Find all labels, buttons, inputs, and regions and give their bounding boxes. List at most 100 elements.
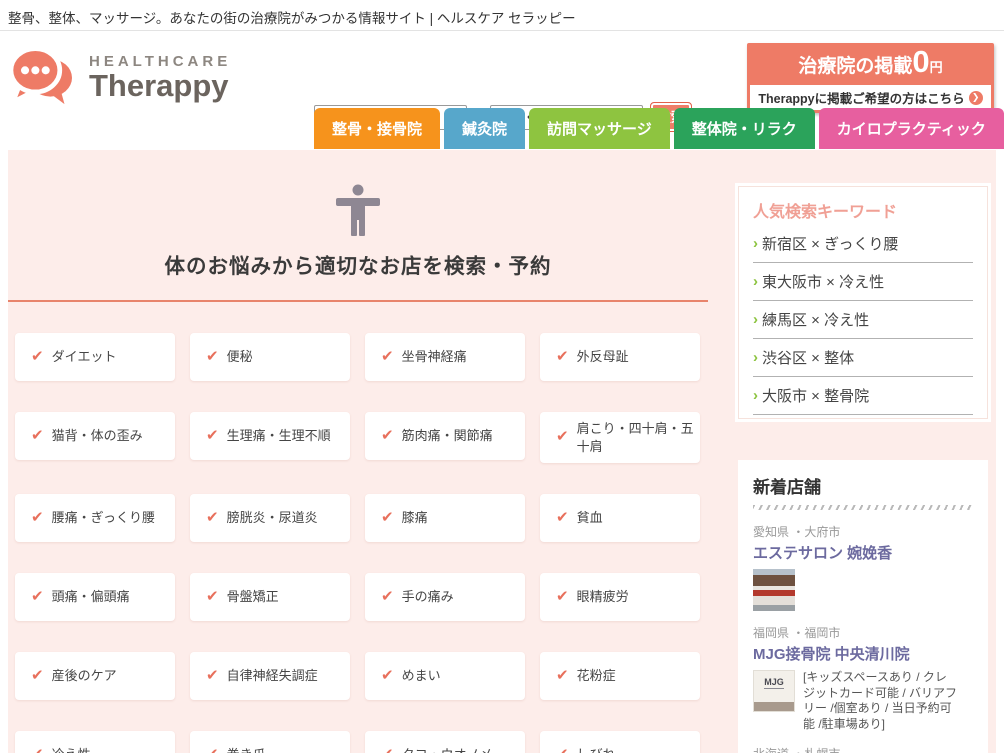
check-icon: ✔: [31, 587, 44, 605]
symptom-card-kafun[interactable]: ✔ 花粉症: [540, 652, 700, 701]
check-icon: ✔: [31, 426, 44, 444]
tab-shinkyuin[interactable]: 鍼灸院: [444, 108, 526, 149]
check-icon: ✔: [206, 426, 219, 444]
heading-underline: [8, 300, 708, 302]
store-region: 北海道 ・札幌市: [753, 745, 973, 753]
header: HEALTHCARE Therappy × 検索 治療院の掲載0円 Therap…: [0, 31, 1004, 149]
symptom-card-gaihan[interactable]: ✔ 外反母趾: [540, 333, 700, 381]
hatched-divider: [753, 505, 973, 510]
store-photo[interactable]: MJG: [753, 670, 795, 712]
symptom-card-diet[interactable]: ✔ ダイエット: [15, 333, 175, 381]
chevron-right-icon: ›: [753, 311, 758, 328]
symptom-card-tenoitami[interactable]: ✔ 手の痛み: [365, 573, 525, 622]
check-icon: ✔: [31, 508, 44, 526]
check-icon: ✔: [31, 347, 44, 365]
logo-text: HEALTHCARE Therappy: [89, 53, 231, 103]
store-features: [キッズスペースあり / クレジットカード可能 / バリアフリー /個室あり /…: [803, 670, 958, 731]
symptom-card-hiesho[interactable]: ✔冷え性: [15, 731, 175, 753]
tab-houmon-massage[interactable]: 訪問マッサージ: [529, 108, 670, 149]
symptom-card-gansei[interactable]: ✔ 眼精疲労: [540, 573, 700, 622]
site-description-bar: 整骨、整体、マッサージ。あなたの街の治療院がみつかる情報サイト | ヘルスケア …: [0, 0, 1004, 31]
keyword-link-higashiosaka[interactable]: › 東大阪市 × 冷え性: [753, 263, 973, 301]
listing-promo-banner[interactable]: 治療院の掲載0円 Therappyに掲載ご希望の方はこちら ❯: [747, 43, 994, 113]
check-icon: ✔: [31, 745, 44, 753]
store-entry: 北海道 ・札幌市 MJG接骨院 厚別西三条院 MJG [キッズスペースあり / …: [753, 745, 973, 753]
speech-bubbles-icon: [8, 44, 74, 111]
check-icon: ✔: [206, 508, 219, 526]
promo-cta-link[interactable]: Therappyに掲載ご希望の方はこちら ❯: [750, 85, 991, 110]
symptom-card-jiritsu[interactable]: ✔ 自律神経失調症: [190, 652, 350, 701]
arrow-right-icon: ❯: [968, 90, 983, 105]
new-stores-box: 新着店舗 愛知県 ・大府市 エステサロン 婉娩香 福岡県 ・福岡市 MJG接骨院…: [738, 460, 988, 753]
mjg-logo: MJG: [764, 677, 784, 689]
symptom-card-tako[interactable]: ✔タコ・ウオノメ: [365, 731, 525, 753]
check-icon: ✔: [381, 745, 394, 753]
check-icon: ✔: [556, 347, 569, 365]
chevron-right-icon: ›: [753, 349, 758, 366]
check-icon: ✔: [556, 666, 569, 684]
keyword-link-nerima[interactable]: › 練馬区 × 冷え性: [753, 301, 973, 339]
check-icon: ✔: [206, 745, 219, 753]
section-heading: 体のお悩みから適切なお店を検索・予約: [164, 255, 552, 278]
check-icon: ✔: [206, 666, 219, 684]
logo-therappy-label: Therappy: [89, 67, 229, 103]
check-icon: ✔: [381, 508, 394, 526]
zero-yen-number: 0: [912, 44, 930, 79]
symptom-card-benpi[interactable]: ✔ 便秘: [190, 333, 350, 381]
symptom-card-sango[interactable]: ✔ 産後のケア: [15, 652, 175, 701]
check-icon: ✔: [381, 587, 394, 605]
store-entry: 愛知県 ・大府市 エステサロン 婉娩香: [753, 523, 973, 611]
popular-keywords-box: 人気検索キーワード › 新宿区 × ぎっくり腰 › 東大阪市 × 冷え性 › 練馬区 …: [738, 186, 988, 419]
chevron-right-icon: ›: [753, 387, 758, 404]
symptom-card-hizatsu[interactable]: ✔ 膝痛: [365, 494, 525, 543]
symptom-card-bokoen[interactable]: ✔ 膀胱炎・尿道炎: [190, 494, 350, 543]
symptom-card-kinniku[interactable]: ✔ 筋肉痛・関節痛: [365, 412, 525, 460]
category-nav: 整骨・接骨院 鍼灸院 訪問マッサージ 整体院・リラク カイロプラクティック: [314, 108, 1004, 149]
symptom-card-seiri[interactable]: ✔ 生理痛・生理不順: [190, 412, 350, 460]
chevron-right-icon: ›: [753, 273, 758, 290]
check-icon: ✔: [556, 745, 569, 753]
check-icon: ✔: [556, 428, 569, 446]
store-region: 福岡県 ・福岡市: [753, 626, 841, 640]
keyword-link-shibuya[interactable]: › 渋谷区 × 整体: [753, 339, 973, 377]
new-stores-heading: 新着店舗: [753, 478, 821, 497]
person-icon: [334, 184, 382, 236]
store-photo[interactable]: [753, 569, 795, 611]
store-region: 愛知県 ・大府市: [753, 525, 841, 539]
popular-keywords-heading: 人気検索キーワード: [753, 204, 898, 221]
tab-seitaiin-relax[interactable]: 整体院・リラク: [673, 108, 815, 149]
check-icon: ✔: [31, 666, 44, 684]
symptom-card-memai[interactable]: ✔ めまい: [365, 652, 525, 701]
check-icon: ✔: [556, 508, 569, 526]
check-icon: ✔: [381, 347, 394, 365]
keyword-link-osaka[interactable]: › 大阪市 × 整骨院: [753, 377, 973, 415]
check-icon: ✔: [381, 426, 394, 444]
tab-seikotsu-sekkotsuin[interactable]: 整骨・接骨院: [314, 108, 441, 149]
store-name-link[interactable]: MJG接骨院 中央清川院: [753, 643, 973, 664]
chevron-right-icon: ›: [753, 235, 758, 252]
symptom-card-hinketsu[interactable]: ✔ 貧血: [540, 494, 700, 543]
symptom-card-katakori[interactable]: ✔ 肩こり・四十肩・五十肩: [540, 412, 700, 464]
sidebar: 人気検索キーワード › 新宿区 × ぎっくり腰 › 東大阪市 × 冷え性 › 練馬区 …: [738, 186, 988, 753]
tab-chiropractic[interactable]: カイロプラクティック: [818, 108, 1004, 149]
symptom-search-section: 体のお悩みから適切なお店を検索・予約 ✔ ダイエット ✔ 便秘 ✔ 坐骨神経痛 ✔ 外反…: [8, 184, 708, 753]
check-icon: ✔: [206, 347, 219, 365]
symptom-card-kotsuban[interactable]: ✔ 骨盤矯正: [190, 573, 350, 622]
site-logo[interactable]: HEALTHCARE Therappy: [8, 44, 231, 111]
symptom-card-zutsu[interactable]: ✔ 頭痛・偏頭痛: [15, 573, 175, 622]
symptom-card-shibire[interactable]: ✔しびれ: [540, 731, 700, 753]
check-icon: ✔: [556, 587, 569, 605]
main-content: 体のお悩みから適切なお店を検索・予約 ✔ ダイエット ✔ 便秘 ✔ 坐骨神経痛 ✔ 外反…: [8, 150, 996, 753]
keyword-link-shinjuku[interactable]: › 新宿区 × ぎっくり腰: [753, 225, 973, 263]
store-entry: 福岡県 ・福岡市 MJG接骨院 中央清川院 MJG [キッズスペースあり / ク…: [753, 624, 973, 732]
store-name-link[interactable]: エステサロン 婉娩香: [753, 542, 973, 563]
promo-title: 治療院の掲載0円: [798, 44, 943, 79]
check-icon: ✔: [206, 587, 219, 605]
check-icon: ✔: [381, 666, 394, 684]
reception-desk: [754, 702, 794, 711]
symptom-card-nekoze[interactable]: ✔ 猫背・体の歪み: [15, 412, 175, 460]
symptom-card-zakotsu[interactable]: ✔ 坐骨神経痛: [365, 333, 525, 381]
symptom-grid: ✔ ダイエット ✔ 便秘 ✔ 坐骨神経痛 ✔ 外反母趾 ✔ 猫背・体の歪み ✔ 生理痛・生理…: [15, 333, 708, 753]
symptom-card-makizume[interactable]: ✔巻き爪: [190, 731, 350, 753]
symptom-card-youtsu[interactable]: ✔ 腰痛・ぎっくり腰: [15, 494, 175, 543]
